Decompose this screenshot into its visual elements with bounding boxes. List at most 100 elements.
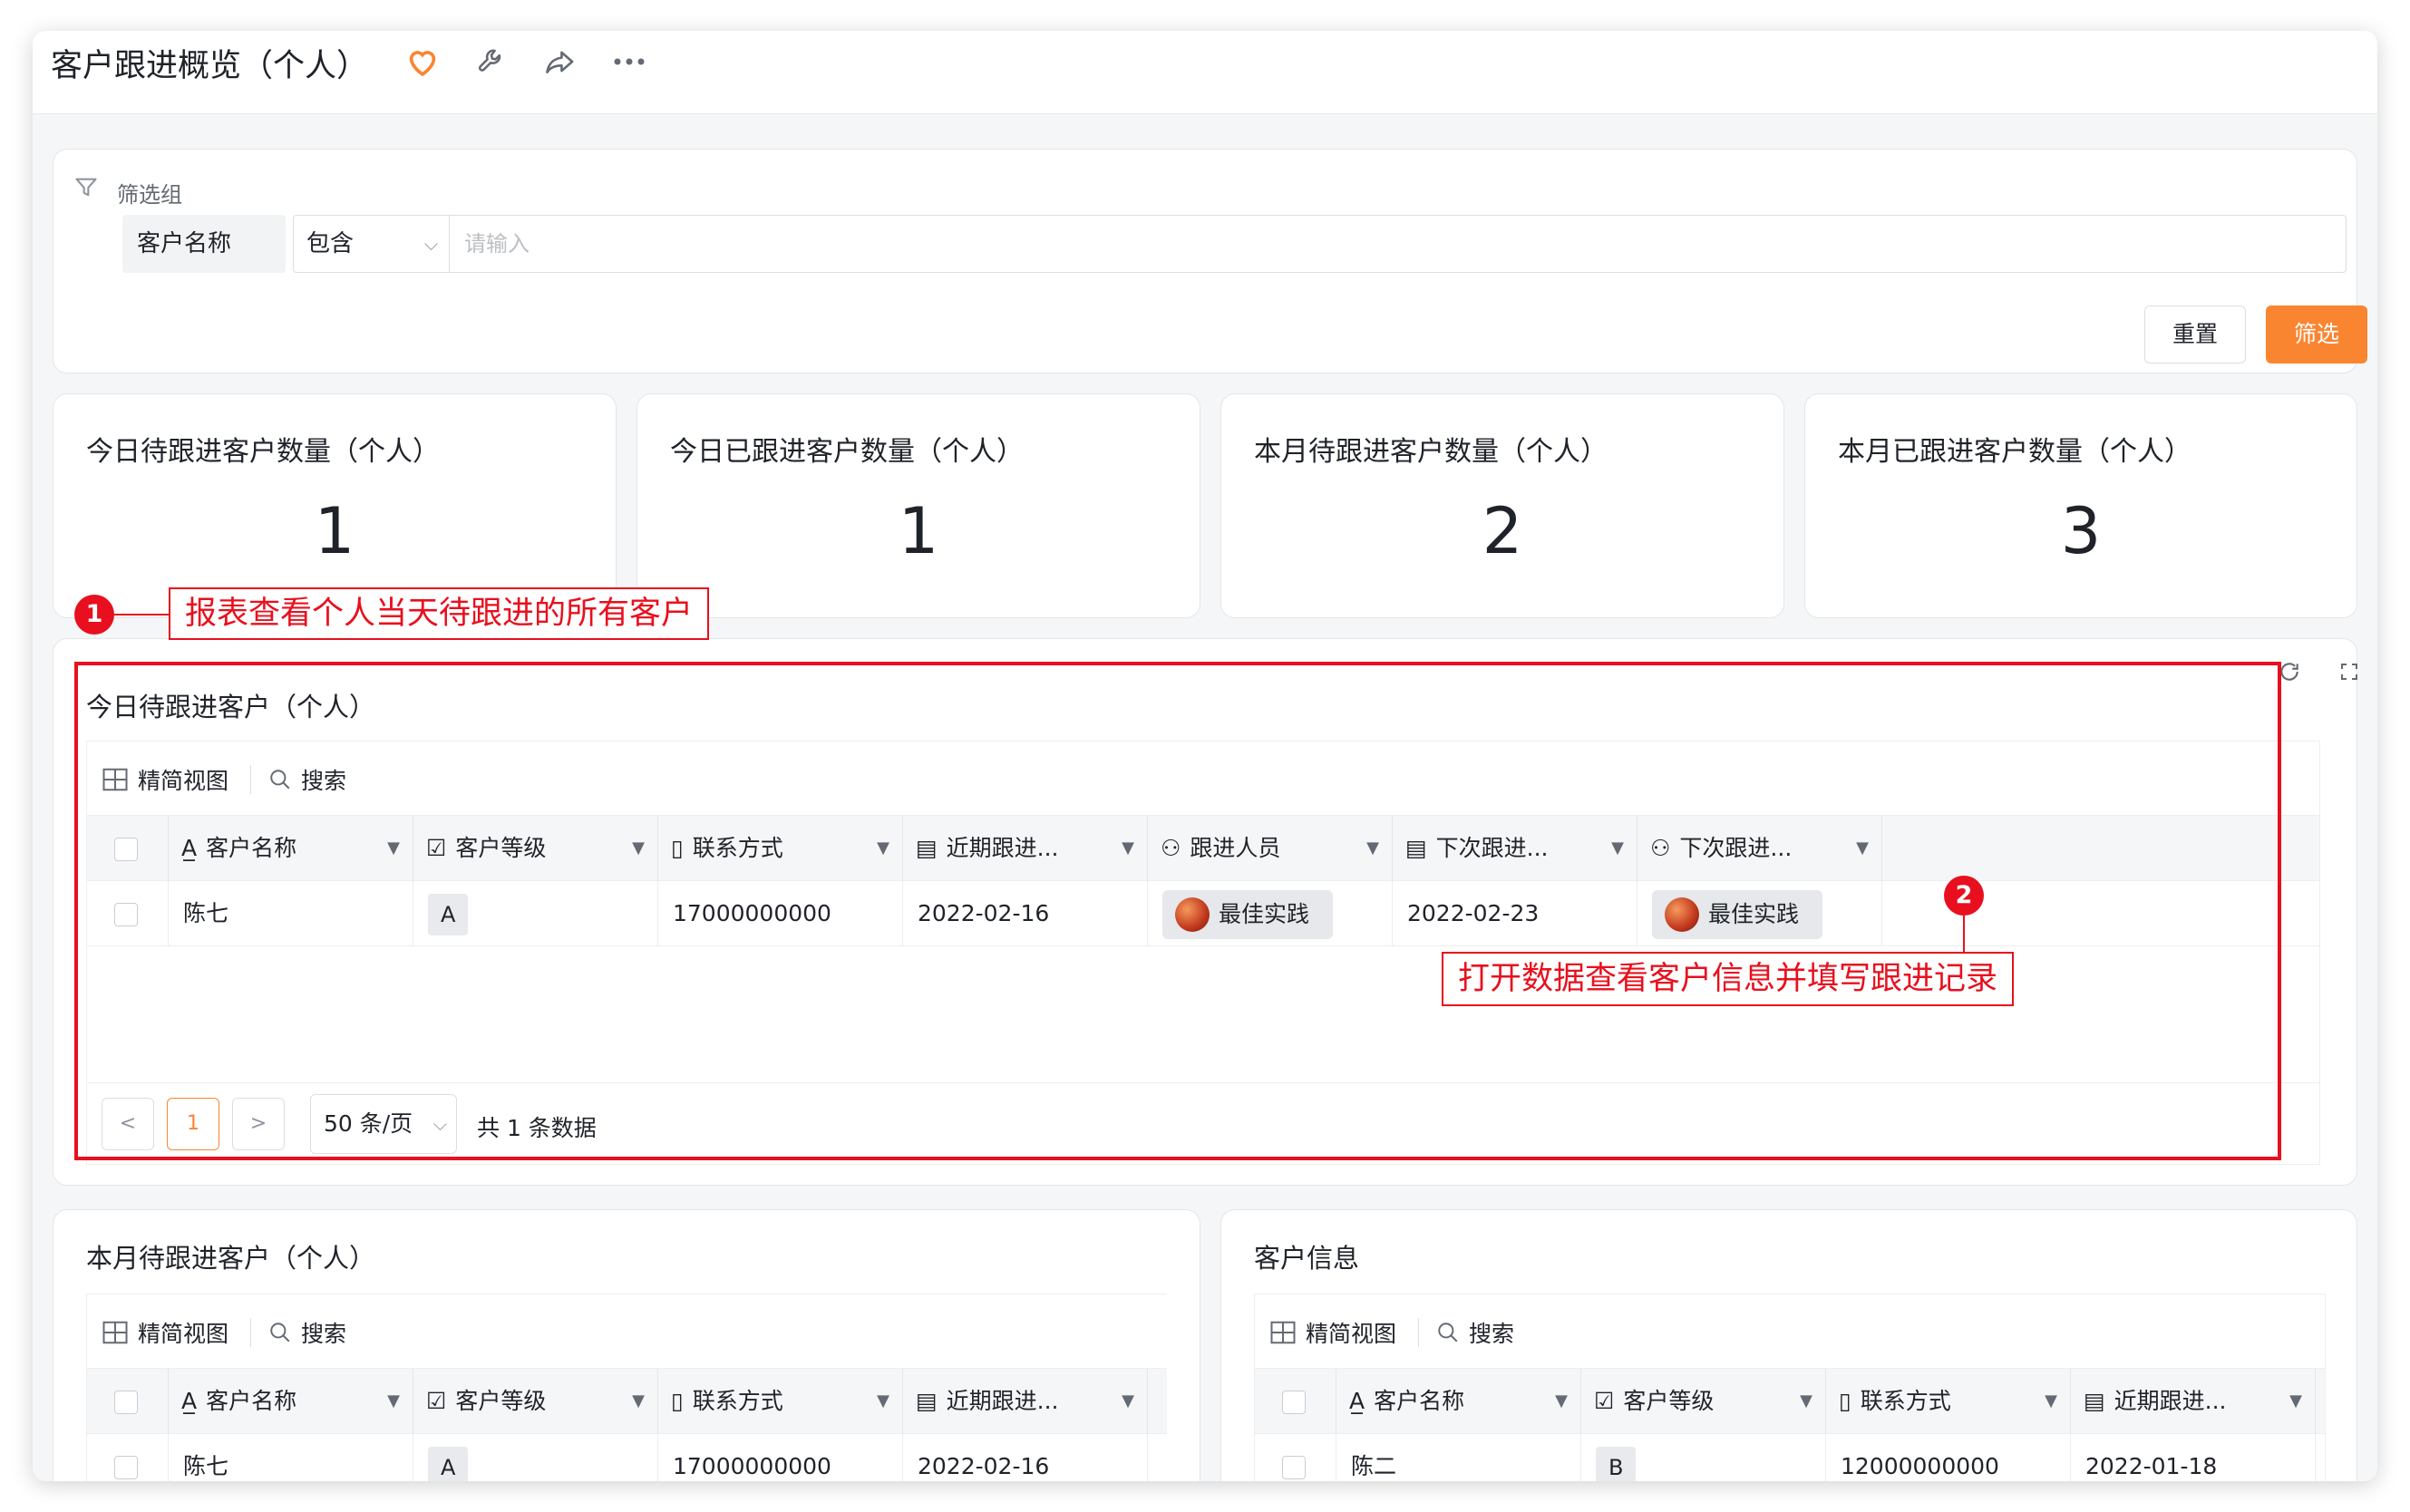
toolbar-divider [250,1318,251,1347]
level-tag: A [428,1447,469,1481]
stat-value: 2 [1482,494,1523,568]
view-toggle[interactable]: 精简视图 [102,1316,228,1349]
row-checkbox[interactable] [114,1456,138,1479]
search-icon [270,1323,290,1342]
section-title: 客户信息 [1254,1243,1360,1274]
search-toggle[interactable]: 搜索 [268,1316,346,1349]
column-header[interactable]: ▤ 近期跟进... ▼ [2071,1369,2316,1434]
filter-operator-value: 包含 [306,230,355,257]
calendar-icon: ▤ [2084,1388,2105,1414]
filter-group-label: 筛选组 [117,182,182,208]
stat-value: 1 [314,494,355,568]
row-select-cell [87,1434,169,1481]
more-icon[interactable] [609,42,649,82]
text-type-icon: A̲ [1349,1388,1365,1414]
stat-title: 今日待跟进客户数量（个人） [86,436,440,468]
stat-title: 本月待跟进客户数量（个人） [1254,436,1608,468]
section-title: 本月待跟进客户（个人） [86,1243,376,1274]
chevron-down-icon: ⌵ [423,233,438,255]
sort-icon: ▼ [1555,1391,1568,1410]
sort-icon: ▼ [1800,1391,1812,1410]
stat-card-today-pending: 今日待跟进客户数量（个人） 1 [53,393,617,618]
wrench-icon[interactable] [471,42,511,82]
table-row[interactable]: 陈二 B 12000000000 2022-01-18 [1255,1434,2325,1481]
month-pending-report: 本月待跟进客户（个人） 精简视图 搜索 A̲ 客户名称 ▼ ☑ 客户等级 ▼ ▯ 联系方式… [53,1209,1200,1481]
column-header[interactable]: A̲ 客户名称 ▼ [169,1369,413,1434]
sort-icon: ▼ [2045,1391,2057,1410]
table-row[interactable]: 陈七 A 17000000000 2022-02-16 [87,1434,1167,1481]
stat-card-today-done: 今日已跟进客户数量（个人） 1 [637,393,1200,618]
select-all-checkbox[interactable] [1282,1391,1306,1414]
select-all-cell [87,1369,169,1434]
phone-type-icon: ▯ [1839,1388,1851,1414]
column-header[interactable]: A̲ 客户名称 ▼ [1336,1369,1581,1434]
search-icon [1438,1323,1458,1342]
share-icon[interactable] [540,42,580,82]
phone-type-icon: ▯ [671,1388,684,1414]
grid-view-icon [102,1321,128,1344]
column-header[interactable]: ☑ 客户等级 ▼ [1581,1369,1826,1434]
filter-card: 筛选组 客户名称 包含 ⌵ 请输入 重置 筛选 [53,149,2367,373]
annotation-callout-2: 打开数据查看客户信息并填写跟进记录 [1442,952,2015,1006]
stat-card-month-done: 本月已跟进客户数量（个人） 3 [1804,393,2357,618]
filter-button[interactable]: 筛选 [2266,305,2367,363]
filter-operator-select[interactable]: 包含 ⌵ [293,215,449,273]
cell-phone: 17000000000 [658,1434,903,1481]
select-type-icon: ☑ [426,1388,447,1414]
annotation-badge-2: 2 [1944,876,1984,916]
info-table: 精简视图 搜索 A̲ 客户名称 ▼ ☑ 客户等级 ▼ ▯ 联系方式 ▼ ▤ 近期跟进... ▼ … [1254,1294,2326,1481]
cell-level: A [413,1434,658,1481]
annotation-highlight-box [74,662,2281,1160]
search-toggle[interactable]: 搜索 [1436,1316,1514,1349]
cell-name: 陈七 [169,1434,413,1481]
calendar-icon: ▤ [916,1388,938,1414]
fullscreen-icon[interactable] [2329,652,2369,692]
select-type-icon: ☑ [1594,1388,1615,1414]
cell-name: 陈二 [1336,1434,1581,1481]
sort-icon: ▼ [2289,1391,2302,1410]
column-header[interactable]: ▤ 近期跟进... ▼ [903,1369,1148,1434]
annotation-leader-line [1963,916,1965,952]
filter-field-name: 客户名称 [122,215,286,273]
filter-icon [73,175,99,204]
stat-title: 今日已跟进客户数量（个人） [670,436,1024,468]
level-tag: B [1596,1447,1637,1481]
view-toggle[interactable]: 精简视图 [1269,1316,1396,1349]
annotation-badge-1: 1 [74,595,114,635]
select-all-checkbox[interactable] [114,1391,138,1414]
favorite-heart-icon[interactable] [403,42,442,82]
stat-card-month-pending: 本月待跟进客户数量（个人） 2 [1220,393,1784,618]
row-select-cell [1255,1434,1336,1481]
column-header[interactable]: ▯ 联系方式 ▼ [658,1369,903,1434]
sort-icon: ▼ [877,1391,889,1410]
annotation-callout-1: 报表查看个人当天待跟进的所有客户 [169,587,710,640]
page-title: 客户跟进概览（个人） [51,48,369,84]
reset-button[interactable]: 重置 [2144,305,2246,363]
stat-value: 3 [2060,494,2102,568]
table-toolbar: 精简视图 搜索 [87,1294,1167,1369]
stat-title: 本月已跟进客户数量（个人） [1838,436,2191,468]
row-checkbox[interactable] [1282,1456,1306,1479]
table-header: A̲ 客户名称 ▼ ☑ 客户等级 ▼ ▯ 联系方式 ▼ ▤ 近期跟进... ▼ [1255,1369,2325,1434]
select-all-cell [1255,1369,1336,1434]
toolbar-divider [1418,1318,1419,1347]
cell-phone: 12000000000 [1826,1434,2071,1481]
sort-icon: ▼ [1122,1391,1134,1410]
sort-icon: ▼ [387,1391,400,1410]
table-header: A̲ 客户名称 ▼ ☑ 客户等级 ▼ ▯ 联系方式 ▼ ▤ 近期跟进... ▼ [87,1369,1167,1434]
page-header: 客户跟进概览（个人） [33,31,2377,114]
customer-info-report: 客户信息 精简视图 搜索 A̲ 客户名称 ▼ ☑ 客户等级 ▼ ▯ 联系方式 ▼ ▤ 近期跟进… [1220,1209,2357,1481]
filter-value-input[interactable]: 请输入 [449,215,2347,273]
cell-level: B [1581,1434,1826,1481]
column-header[interactable]: ☑ 客户等级 ▼ [413,1369,658,1434]
cell-recent: 2022-01-18 [2071,1434,2316,1481]
text-type-icon: A̲ [181,1388,198,1414]
grid-view-icon [1270,1321,1296,1344]
cell-recent: 2022-02-16 [903,1434,1148,1481]
table-toolbar: 精简视图 搜索 [1255,1294,2325,1369]
month-table: 精简视图 搜索 A̲ 客户名称 ▼ ☑ 客户等级 ▼ ▯ 联系方式 ▼ ▤ 近期跟进... ▼ … [86,1294,1167,1481]
annotation-leader-line [114,614,169,615]
column-header[interactable]: ▯ 联系方式 ▼ [1826,1369,2071,1434]
stat-value: 1 [898,494,939,568]
sort-icon: ▼ [632,1391,645,1410]
